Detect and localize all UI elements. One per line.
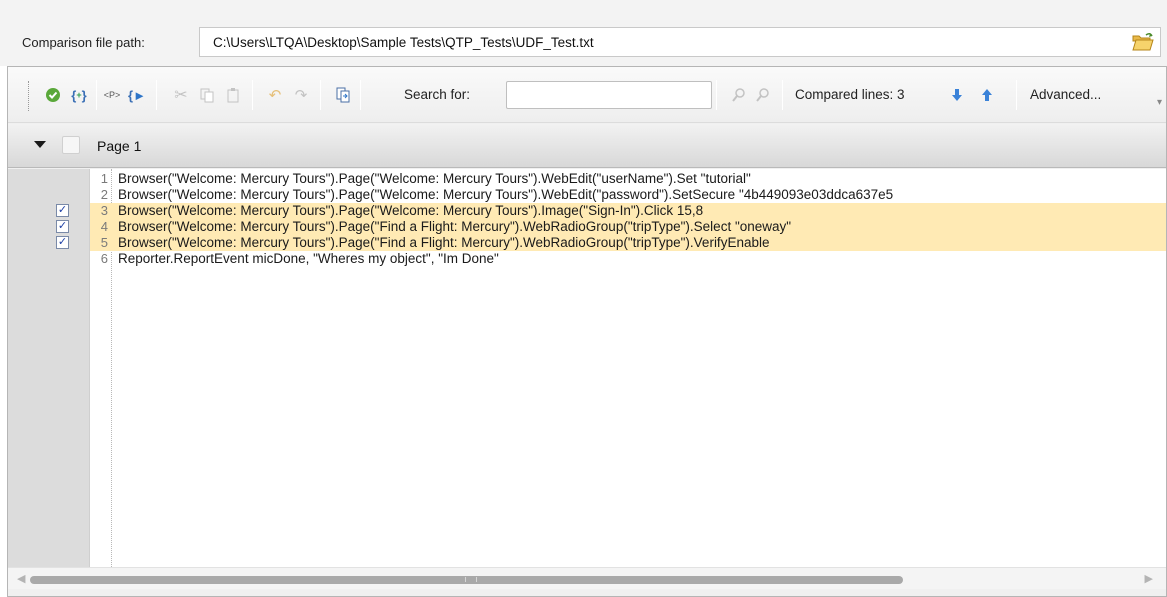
find-next-icon[interactable] bbox=[752, 84, 774, 106]
line-number: 6 bbox=[100, 251, 108, 266]
cut-icon[interactable]: ✂ bbox=[170, 84, 192, 106]
line-number: 2 bbox=[100, 187, 108, 202]
page-title: Page 1 bbox=[97, 138, 142, 154]
toolbar-separator bbox=[782, 80, 783, 110]
toolbar-overflow-icon[interactable]: ▾ bbox=[1157, 97, 1162, 108]
frame-bottom bbox=[8, 590, 1166, 596]
toolbar-grip[interactable] bbox=[28, 81, 31, 111]
insert-function-icon[interactable]: {+} bbox=[68, 84, 90, 106]
search-input[interactable] bbox=[506, 81, 712, 109]
arrow-down-icon[interactable] bbox=[946, 84, 968, 106]
scroll-right-icon[interactable]: ▶ bbox=[1145, 572, 1153, 585]
scroll-left-icon[interactable]: ◀ bbox=[17, 572, 25, 585]
comparison-path-label: Comparison file path: bbox=[22, 35, 145, 50]
toolbar-separator bbox=[96, 80, 97, 110]
code-line-highlighted[interactable]: ✓ 3 Browser("Welcome: Mercury Tours").Pa… bbox=[8, 203, 1166, 219]
toolbar-separator bbox=[156, 80, 157, 110]
toolbar-separator bbox=[716, 80, 717, 110]
advanced-button[interactable]: Advanced... bbox=[1030, 87, 1101, 102]
line-checkbox[interactable]: ✓ bbox=[56, 220, 69, 233]
copy-icon[interactable] bbox=[196, 84, 218, 106]
line-text: Browser("Welcome: Mercury Tours").Page("… bbox=[118, 171, 751, 186]
line-text: Reporter.ReportEvent micDone, "Wheres my… bbox=[118, 251, 499, 266]
check-green-icon[interactable] bbox=[42, 84, 64, 106]
toolbar-separator bbox=[320, 80, 321, 110]
insert-parameter-icon[interactable]: <P> bbox=[101, 84, 123, 106]
horizontal-scrollbar[interactable]: ◀ ▶ bbox=[8, 567, 1166, 589]
paste-icon[interactable] bbox=[222, 84, 244, 106]
line-checkbox[interactable]: ✓ bbox=[56, 236, 69, 249]
code-line-highlighted[interactable]: ✓ 5 Browser("Welcome: Mercury Tours").Pa… bbox=[8, 235, 1166, 251]
toolbar-separator bbox=[1016, 80, 1017, 110]
line-number: 5 bbox=[100, 235, 108, 250]
line-text: Browser("Welcome: Mercury Tours").Page("… bbox=[118, 219, 792, 234]
folder-open-icon[interactable] bbox=[1132, 32, 1154, 52]
comparison-path-value: C:\Users\LTQA\Desktop\Sample Tests\QTP_T… bbox=[213, 35, 594, 50]
toolbar: {+} <P> {► ✂ ↶ ↷ Search for: Compared li… bbox=[8, 67, 1166, 123]
copy-steps-icon[interactable] bbox=[332, 84, 354, 106]
toolbar-separator bbox=[252, 80, 253, 110]
code-line-highlighted[interactable]: ✓ 4 Browser("Welcome: Mercury Tours").Pa… bbox=[8, 219, 1166, 235]
code-view[interactable]: 1 Browser("Welcome: Mercury Tours").Page… bbox=[8, 169, 1166, 567]
comparison-panel: {+} <P> {► ✂ ↶ ↷ Search for: Compared li… bbox=[7, 66, 1167, 597]
line-text: Browser("Welcome: Mercury Tours").Page("… bbox=[118, 235, 770, 250]
line-text: Browser("Welcome: Mercury Tours").Page("… bbox=[118, 187, 894, 202]
step-into-function-icon[interactable]: {► bbox=[126, 84, 148, 106]
code-line[interactable]: 1 Browser("Welcome: Mercury Tours").Page… bbox=[8, 171, 1166, 187]
comparison-path-field[interactable]: C:\Users\LTQA\Desktop\Sample Tests\QTP_T… bbox=[199, 27, 1161, 57]
code-line[interactable]: 2 Browser("Welcome: Mercury Tours").Page… bbox=[8, 187, 1166, 203]
comparison-path-row: Comparison file path: C:\Users\LTQA\Desk… bbox=[0, 0, 1167, 66]
toolbar-separator bbox=[360, 80, 361, 110]
line-text: Browser("Welcome: Mercury Tours").Page("… bbox=[118, 203, 704, 218]
find-icon[interactable] bbox=[728, 84, 750, 106]
undo-icon[interactable]: ↶ bbox=[264, 84, 286, 106]
line-number: 1 bbox=[100, 171, 108, 186]
scrollbar-grip bbox=[465, 577, 477, 582]
search-label: Search for: bbox=[404, 87, 471, 102]
code-line[interactable]: 6 Reporter.ReportEvent micDone, "Wheres … bbox=[8, 251, 1166, 267]
expand-arrow-icon[interactable] bbox=[34, 141, 46, 148]
page-group-header[interactable]: Page 1 bbox=[8, 124, 1166, 168]
line-number: 4 bbox=[100, 219, 108, 234]
page-checkbox[interactable] bbox=[62, 136, 80, 154]
redo-icon[interactable]: ↷ bbox=[290, 84, 312, 106]
line-number: 3 bbox=[100, 203, 108, 218]
compared-lines-label: Compared lines: 3 bbox=[795, 87, 905, 102]
line-checkbox[interactable]: ✓ bbox=[56, 204, 69, 217]
arrow-up-icon[interactable] bbox=[976, 84, 998, 106]
scrollbar-thumb[interactable] bbox=[30, 576, 903, 584]
